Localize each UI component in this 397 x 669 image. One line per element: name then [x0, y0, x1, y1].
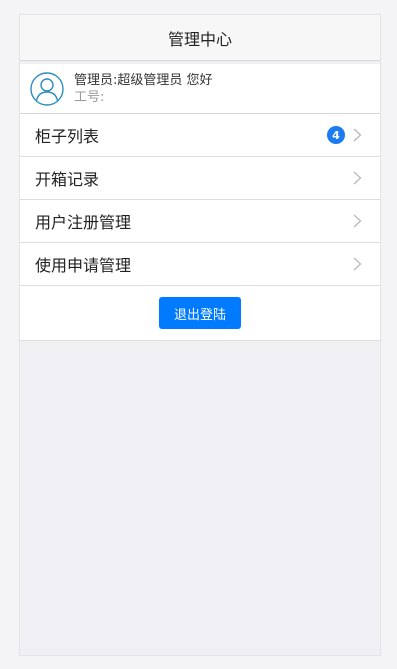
- app-screen: 管理中心 管理员:超级管理员 您好 工号: 柜子列表 4 开箱记录 用户注册管理: [19, 14, 381, 656]
- admin-profile: 管理员:超级管理员 您好 工号:: [20, 64, 380, 114]
- admin-greeting: 管理员:超级管理员 您好: [74, 72, 213, 88]
- menu-item-cabinet-list[interactable]: 柜子列表 4: [20, 114, 380, 157]
- chevron-right-icon: [353, 214, 362, 228]
- menu-item-usage-applications[interactable]: 使用申请管理: [20, 243, 380, 286]
- menu-item-label: 柜子列表: [35, 127, 100, 146]
- count-badge: 4: [327, 126, 345, 144]
- logout-button[interactable]: 退出登陆: [159, 297, 241, 329]
- menu-item-user-registration[interactable]: 用户注册管理: [20, 200, 380, 243]
- menu-item-label: 使用申请管理: [35, 256, 132, 275]
- employee-id: 工号:: [74, 89, 105, 105]
- menu-item-label: 用户注册管理: [35, 213, 132, 232]
- chevron-right-icon: [353, 128, 362, 142]
- admin-menu: 柜子列表 4 开箱记录 用户注册管理 使用申请管理: [20, 114, 380, 286]
- menu-item-label: 开箱记录: [35, 170, 100, 189]
- chevron-right-icon: [353, 257, 362, 271]
- menu-item-open-records[interactable]: 开箱记录: [20, 157, 380, 200]
- user-avatar-icon: [30, 71, 64, 106]
- top-navbar: 管理中心: [20, 15, 380, 61]
- page-title: 管理中心: [167, 29, 232, 49]
- logout-section: 退出登陆: [20, 286, 380, 341]
- chevron-right-icon: [353, 171, 362, 185]
